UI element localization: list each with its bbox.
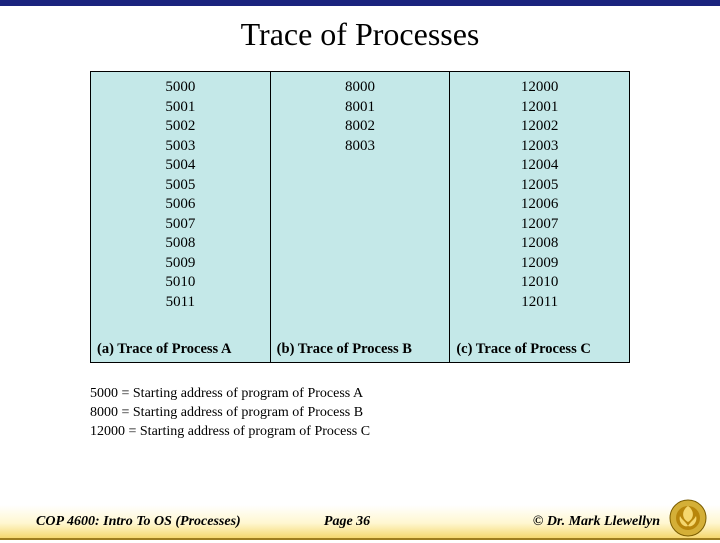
trace-value: 5005: [165, 176, 195, 196]
trace-value: 12004: [521, 156, 559, 176]
legend-line: 8000 = Starting address of program of Pr…: [90, 404, 720, 423]
trace-value: 12011: [521, 293, 558, 313]
trace-value: 12001: [521, 98, 559, 118]
footer-course: COP 4600: Intro To OS (Processes): [36, 514, 241, 530]
slide-footer: COP 4600: Intro To OS (Processes) Page 3…: [0, 504, 720, 540]
trace-value: 5002: [165, 117, 195, 137]
trace-column-b: 8000 8001 8002 8003 (b) Trace of Process…: [271, 72, 451, 362]
trace-column-a-label: (a) Trace of Process A: [91, 337, 270, 362]
trace-value: 5003: [165, 137, 195, 157]
trace-value: 5009: [165, 254, 195, 274]
trace-column-b-body: 8000 8001 8002 8003: [271, 72, 450, 337]
trace-value: 5010: [165, 273, 195, 293]
legend-line: 5000 = Starting address of program of Pr…: [90, 385, 720, 404]
trace-value: 12010: [521, 273, 559, 293]
footer-content: COP 4600: Intro To OS (Processes) Page 3…: [0, 504, 720, 540]
trace-value: 8000: [345, 78, 375, 98]
trace-value: 5000: [165, 78, 195, 98]
trace-value: 12007: [521, 215, 559, 235]
trace-column-b-label: (b) Trace of Process B: [271, 337, 450, 362]
legend-line: 12000 = Starting address of program of P…: [90, 423, 720, 442]
trace-value: 12006: [521, 195, 559, 215]
legend: 5000 = Starting address of program of Pr…: [90, 385, 720, 442]
trace-value: 5007: [165, 215, 195, 235]
slide-title: Trace of Processes: [0, 16, 720, 53]
trace-column-c-label: (c) Trace of Process C: [450, 337, 629, 362]
trace-value: 5004: [165, 156, 195, 176]
trace-value: 5006: [165, 195, 195, 215]
trace-value: 8001: [345, 98, 375, 118]
trace-column-c: 12000 12001 12002 12003 12004 12005 1200…: [450, 72, 629, 362]
trace-column-a: 5000 5001 5002 5003 5004 5005 5006 5007 …: [91, 72, 271, 362]
trace-value: 5001: [165, 98, 195, 118]
top-accent-bar: [0, 0, 720, 6]
trace-value: 5011: [166, 293, 195, 313]
trace-column-a-body: 5000 5001 5002 5003 5004 5005 5006 5007 …: [91, 72, 270, 337]
footer-page: Page 36: [324, 514, 370, 530]
trace-value: 12008: [521, 234, 559, 254]
trace-value: 12009: [521, 254, 559, 274]
footer-author: © Dr. Mark Llewellyn: [533, 514, 660, 530]
ucf-logo-icon: [668, 498, 708, 538]
trace-value: 12002: [521, 117, 559, 137]
trace-value: 8002: [345, 117, 375, 137]
trace-value: 5008: [165, 234, 195, 254]
trace-table: 5000 5001 5002 5003 5004 5005 5006 5007 …: [90, 71, 630, 363]
trace-value: 12000: [521, 78, 559, 98]
trace-value: 12005: [521, 176, 559, 196]
trace-value: 8003: [345, 137, 375, 157]
trace-column-c-body: 12000 12001 12002 12003 12004 12005 1200…: [450, 72, 629, 337]
trace-value: 12003: [521, 137, 559, 157]
